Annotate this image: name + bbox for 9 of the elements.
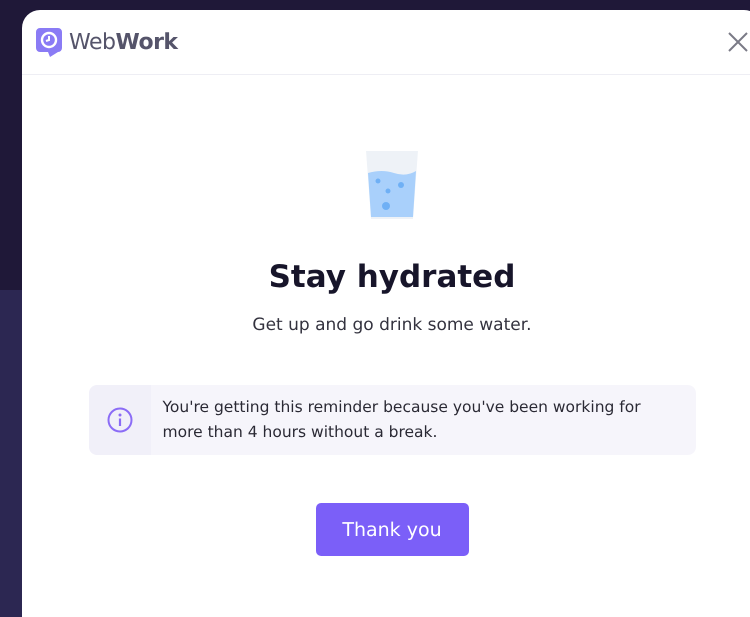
reminder-message: Get up and go drink some water. xyxy=(252,315,532,335)
thank-you-button[interactable]: Thank you xyxy=(316,503,468,556)
close-icon[interactable] xyxy=(728,32,748,52)
info-icon xyxy=(106,407,132,433)
info-text: You're getting this reminder because you've been working for more than 4 hours without a break. xyxy=(162,397,642,443)
clock-logo-icon xyxy=(36,26,62,58)
reminder-title: Stay hydrated xyxy=(268,259,516,295)
logo-wordmark: WebWork xyxy=(69,30,178,54)
water-glass-icon xyxy=(364,149,420,221)
